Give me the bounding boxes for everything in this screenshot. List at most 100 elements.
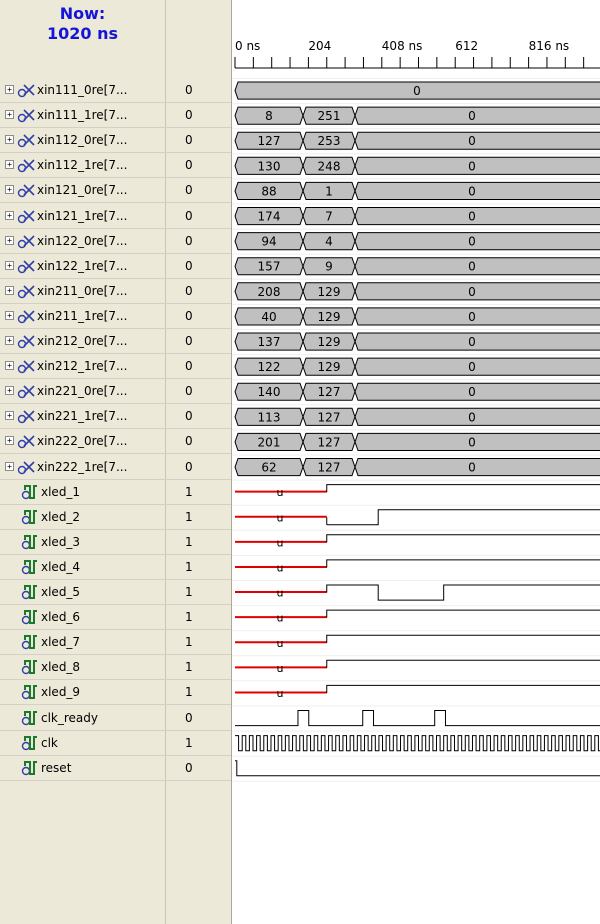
bus-waveform[interactable]: 94 4 0 bbox=[234, 232, 600, 251]
signal-row[interactable]: xled_3 1 bbox=[0, 530, 231, 555]
signal-name: xin212_1re[7... bbox=[37, 359, 128, 374]
bit-signal-icon bbox=[21, 534, 37, 549]
bus-waveform[interactable]: 140 127 0 bbox=[234, 382, 600, 401]
signal-row[interactable]: + xin121_0re[7... 0 bbox=[0, 178, 231, 204]
bit-waveform[interactable]: u bbox=[235, 684, 600, 700]
signal-current-value: 1 bbox=[185, 509, 193, 524]
bus-value-segment[interactable] bbox=[354, 432, 600, 451]
signal-row[interactable]: + xin112_0re[7... 0 bbox=[0, 128, 231, 154]
signal-name: xled_3 bbox=[41, 534, 81, 549]
bus-waveform[interactable]: 8 251 0 bbox=[234, 106, 600, 125]
bit-waveform[interactable] bbox=[235, 735, 600, 752]
bus-waveform[interactable]: 113 127 0 bbox=[234, 407, 600, 426]
signal-row[interactable]: + xin121_1re[7... 0 bbox=[0, 204, 231, 229]
bus-value-label: 62 bbox=[261, 461, 276, 475]
bit-waveform[interactable]: u bbox=[235, 584, 600, 601]
signal-row[interactable]: xled_8 1 bbox=[0, 655, 231, 681]
bus-value-segment[interactable] bbox=[354, 382, 600, 401]
signal-row[interactable]: + xin122_0re[7... 0 bbox=[0, 229, 231, 254]
bus-value-segment[interactable] bbox=[354, 458, 600, 477]
signal-row[interactable]: xled_7 1 bbox=[0, 630, 231, 656]
signal-row[interactable]: xled_1 1 bbox=[0, 480, 231, 505]
bus-waveform[interactable]: 122 129 0 bbox=[234, 357, 600, 376]
expand-icon[interactable]: + bbox=[5, 210, 14, 220]
bus-value-segment[interactable] bbox=[354, 257, 600, 276]
signal-row[interactable]: + xin211_0re[7... 0 bbox=[0, 279, 231, 304]
signal-row[interactable]: + xin222_0re[7... 0 bbox=[0, 429, 231, 455]
signal-row[interactable]: clk 1 bbox=[0, 731, 231, 756]
bus-waveform[interactable]: 0 bbox=[234, 81, 600, 100]
bit-waveform[interactable]: u bbox=[235, 559, 600, 575]
expand-icon[interactable]: + bbox=[5, 361, 14, 371]
bus-waveform[interactable]: 137 129 0 bbox=[234, 332, 600, 351]
bit-waveform[interactable] bbox=[235, 710, 600, 727]
bus-waveform[interactable]: 127 253 0 bbox=[234, 131, 600, 150]
bus-waveform[interactable]: 88 1 0 bbox=[234, 181, 600, 200]
expand-icon[interactable]: + bbox=[5, 411, 14, 421]
bus-value-segment[interactable] bbox=[354, 131, 600, 150]
bit-waveform[interactable]: u bbox=[235, 659, 600, 675]
signal-row[interactable]: reset 0 bbox=[0, 756, 231, 781]
bus-waveform[interactable]: 201 127 0 bbox=[234, 432, 600, 451]
signal-row[interactable]: + xin111_1re[7... 0 bbox=[0, 103, 231, 129]
signal-row[interactable]: + xin211_1re[7... 0 bbox=[0, 304, 231, 329]
bus-value-label: 0 bbox=[468, 385, 476, 399]
expand-icon[interactable]: + bbox=[5, 461, 14, 471]
bit-waveform[interactable]: u bbox=[235, 534, 600, 550]
expand-icon[interactable]: + bbox=[5, 160, 14, 170]
signal-row[interactable]: + xin112_1re[7... 0 bbox=[0, 153, 231, 179]
expand-icon[interactable]: + bbox=[5, 285, 14, 295]
bit-waveform[interactable]: u bbox=[235, 509, 600, 526]
led-trace bbox=[326, 559, 600, 568]
expand-icon[interactable]: + bbox=[5, 110, 14, 120]
bit-waveform[interactable]: u bbox=[235, 634, 600, 650]
bus-value-segment[interactable] bbox=[354, 307, 600, 326]
signal-row[interactable]: + xin221_0re[7... 0 bbox=[0, 379, 231, 405]
waveform-panel[interactable]: 0 ns204408 ns612816 ns102008251012725301… bbox=[232, 0, 600, 924]
bus-waveform[interactable]: 208 129 0 bbox=[234, 282, 600, 301]
signal-row[interactable]: xled_6 1 bbox=[0, 605, 231, 631]
expand-icon[interactable]: + bbox=[5, 336, 14, 345]
expand-icon[interactable]: + bbox=[5, 85, 14, 94]
signal-row[interactable]: + xin222_1re[7... 0 bbox=[0, 455, 231, 480]
led-trace bbox=[326, 609, 600, 618]
signal-row[interactable]: xled_4 1 bbox=[0, 555, 231, 580]
bus-value-segment[interactable] bbox=[354, 181, 600, 200]
bus-value-label: 127 bbox=[318, 385, 341, 399]
bus-value-segment[interactable] bbox=[354, 207, 600, 226]
bus-value-segment[interactable] bbox=[354, 332, 600, 351]
signal-row[interactable]: clk_ready 0 bbox=[0, 706, 231, 731]
signal-row[interactable]: + xin212_1re[7... 0 bbox=[0, 354, 231, 380]
expand-icon[interactable]: + bbox=[5, 310, 14, 320]
expand-icon[interactable]: + bbox=[5, 260, 14, 270]
bus-waveform[interactable]: 174 7 0 bbox=[234, 207, 600, 226]
bus-value-segment[interactable] bbox=[354, 156, 600, 175]
expand-icon[interactable]: + bbox=[5, 185, 14, 195]
bus-waveform[interactable]: 62 127 0 bbox=[234, 458, 600, 477]
signal-current-value: 1 bbox=[185, 735, 193, 750]
bit-waveform[interactable]: u bbox=[235, 609, 600, 625]
bus-waveform[interactable]: 40 129 0 bbox=[234, 307, 600, 326]
expand-icon[interactable]: + bbox=[5, 386, 14, 396]
signal-row[interactable]: + xin221_1re[7... 0 bbox=[0, 404, 231, 430]
signal-row[interactable]: + xin111_0re[7... 0 bbox=[0, 78, 231, 103]
bit-waveform[interactable]: u bbox=[235, 484, 600, 500]
signal-row[interactable]: xled_5 1 bbox=[0, 580, 231, 605]
signal-name: xin122_0re[7... bbox=[37, 233, 128, 248]
expand-icon[interactable]: + bbox=[5, 235, 14, 245]
bus-waveform[interactable]: 157 9 0 bbox=[234, 257, 600, 276]
bit-waveform[interactable] bbox=[235, 760, 600, 777]
expand-icon[interactable]: + bbox=[5, 135, 14, 145]
signal-row[interactable]: xled_2 1 bbox=[0, 505, 231, 530]
bus-value-segment[interactable] bbox=[354, 357, 600, 376]
bus-value-segment[interactable] bbox=[354, 232, 600, 251]
signal-current-value: 1 bbox=[185, 660, 193, 675]
bus-value-segment[interactable] bbox=[354, 407, 600, 426]
bus-value-segment[interactable] bbox=[354, 282, 600, 301]
signal-row[interactable]: + xin212_0re[7... 0 bbox=[0, 329, 231, 354]
signal-row[interactable]: + xin122_1re[7... 0 bbox=[0, 254, 231, 279]
bus-value-segment[interactable] bbox=[354, 106, 600, 125]
signal-row[interactable]: xled_9 1 bbox=[0, 680, 231, 706]
expand-icon[interactable]: + bbox=[5, 436, 14, 446]
bus-waveform[interactable]: 130 248 0 bbox=[234, 156, 600, 175]
